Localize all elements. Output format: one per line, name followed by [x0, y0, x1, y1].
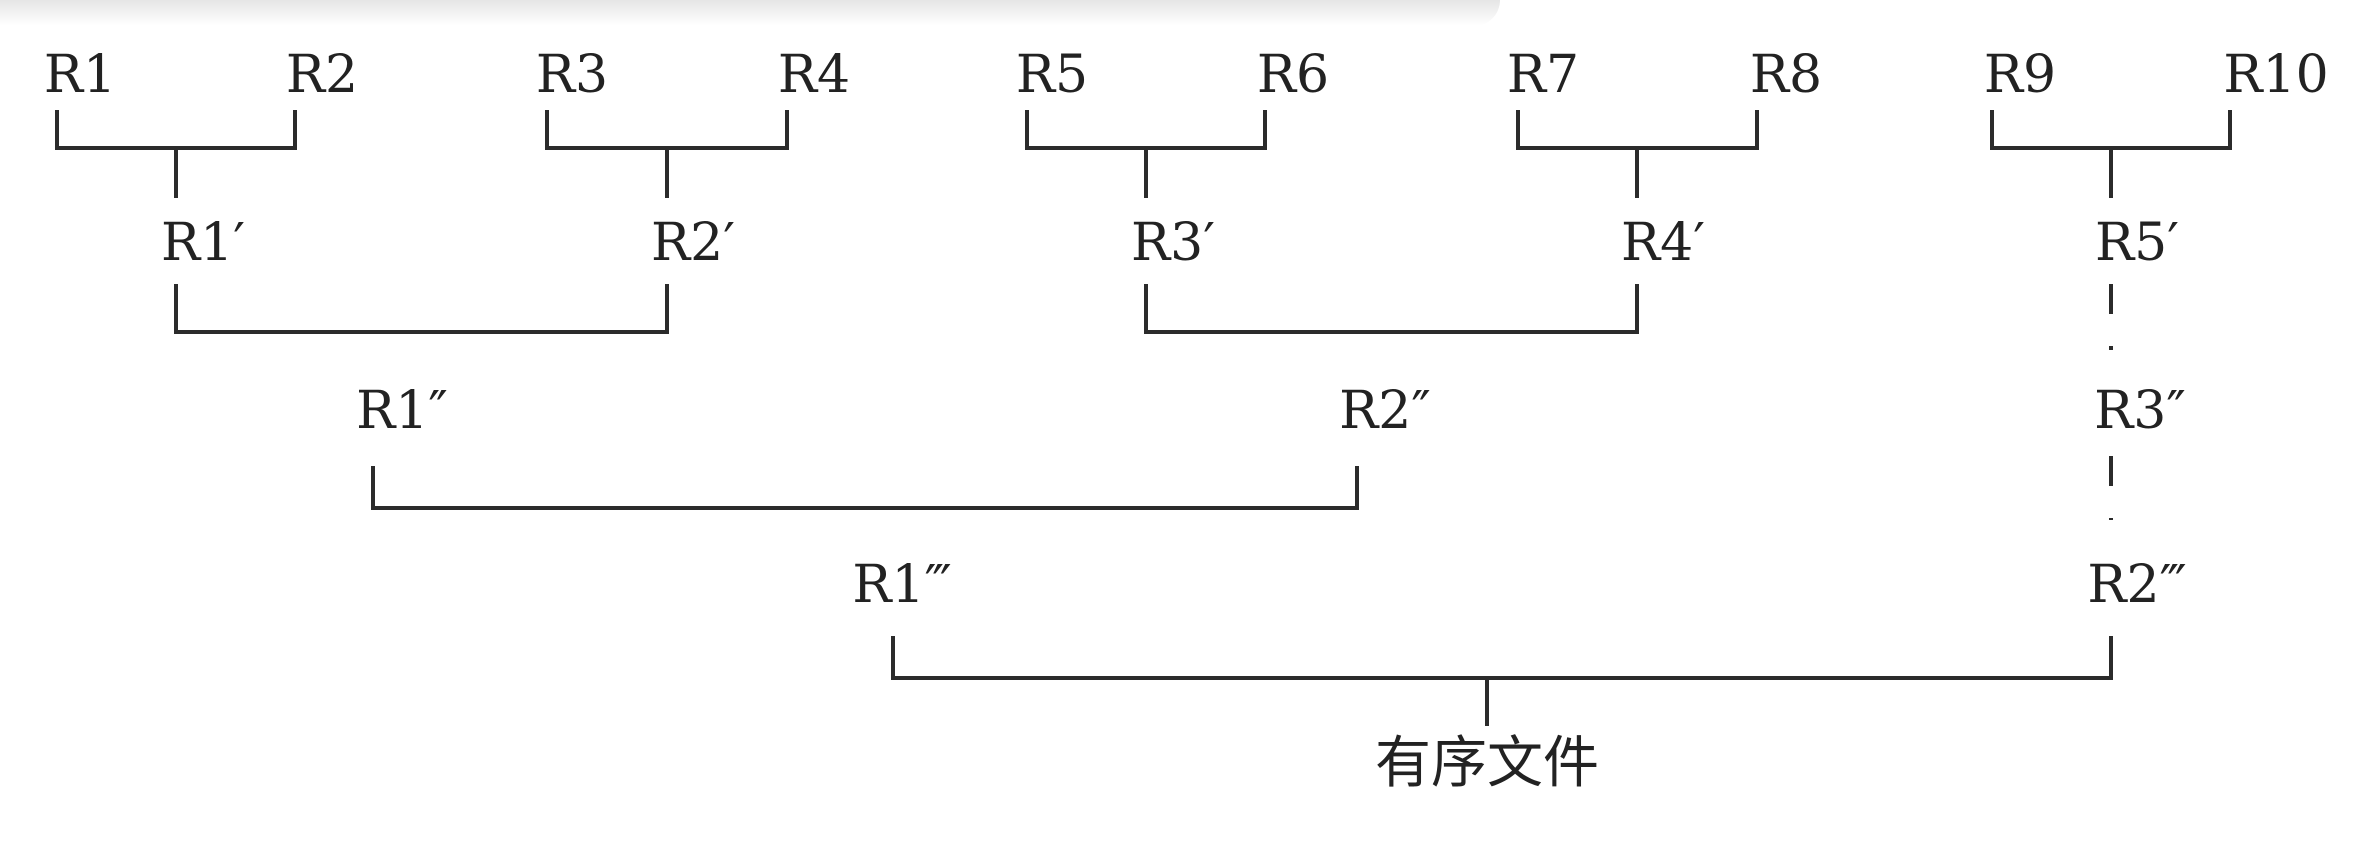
level1-labels: R1′ R2′ R3′ R4′ R5′: [161, 213, 2179, 273]
merge-tree-svg: R1 R2 R3 R4 R5 R6 R7 R8 R9 R10 R1′ R2′ R…: [44, 45, 2329, 796]
node-r2-prime: R2′: [651, 213, 735, 273]
bracket-r1-r2: [55, 110, 297, 198]
node-r2-double-prime: R2″: [1339, 381, 1431, 441]
node-r3-double-prime: R3″: [2094, 381, 2186, 441]
bracket-r5-r6: [1025, 110, 1267, 198]
level0-labels: R1 R2 R3 R4 R5 R6 R7 R8 R9 R10: [44, 45, 2329, 105]
top-shadow: [0, 0, 1500, 26]
bracket-r9-r10: [1990, 110, 2232, 198]
merge-tree-diagram: R1 R2 R3 R4 R5 R6 R7 R8 R9 R10 R1′ R2′ R…: [0, 0, 2370, 851]
bracket-r3p-r4p: [1144, 284, 1639, 334]
node-r10: R10: [2223, 45, 2328, 105]
node-r8: R8: [1750, 45, 1822, 105]
node-r1: R1: [44, 45, 116, 105]
node-r4: R4: [778, 45, 850, 105]
bracket-r1p-r2p: [174, 284, 669, 334]
node-r1-prime: R1′: [161, 213, 245, 273]
node-r6: R6: [1257, 45, 1329, 105]
node-r2-triple-prime: R2‴: [2087, 555, 2186, 615]
node-r9: R9: [1984, 45, 2056, 105]
node-r3: R3: [536, 45, 608, 105]
bracket-r3-r4: [545, 110, 789, 198]
node-r5: R5: [1016, 45, 1088, 105]
node-r4-prime: R4′: [1621, 213, 1705, 273]
node-r7: R7: [1507, 45, 1579, 105]
level3-labels: R1‴ R2‴: [852, 555, 2186, 615]
node-r1-triple-prime: R1‴: [852, 555, 951, 615]
level2-labels: R1″ R2″ R3″: [356, 381, 2186, 441]
bracket-r1pp-r2pp: [371, 466, 1359, 510]
bracket-r7-r8: [1516, 110, 1759, 198]
node-r1-double-prime: R1″: [356, 381, 448, 441]
bracket-final: [891, 636, 2113, 726]
node-r3-prime: R3′: [1131, 213, 1215, 273]
node-r5-prime: R5′: [2095, 213, 2179, 273]
node-r2: R2: [286, 45, 358, 105]
sorted-file-label: 有序文件: [1375, 731, 1599, 796]
